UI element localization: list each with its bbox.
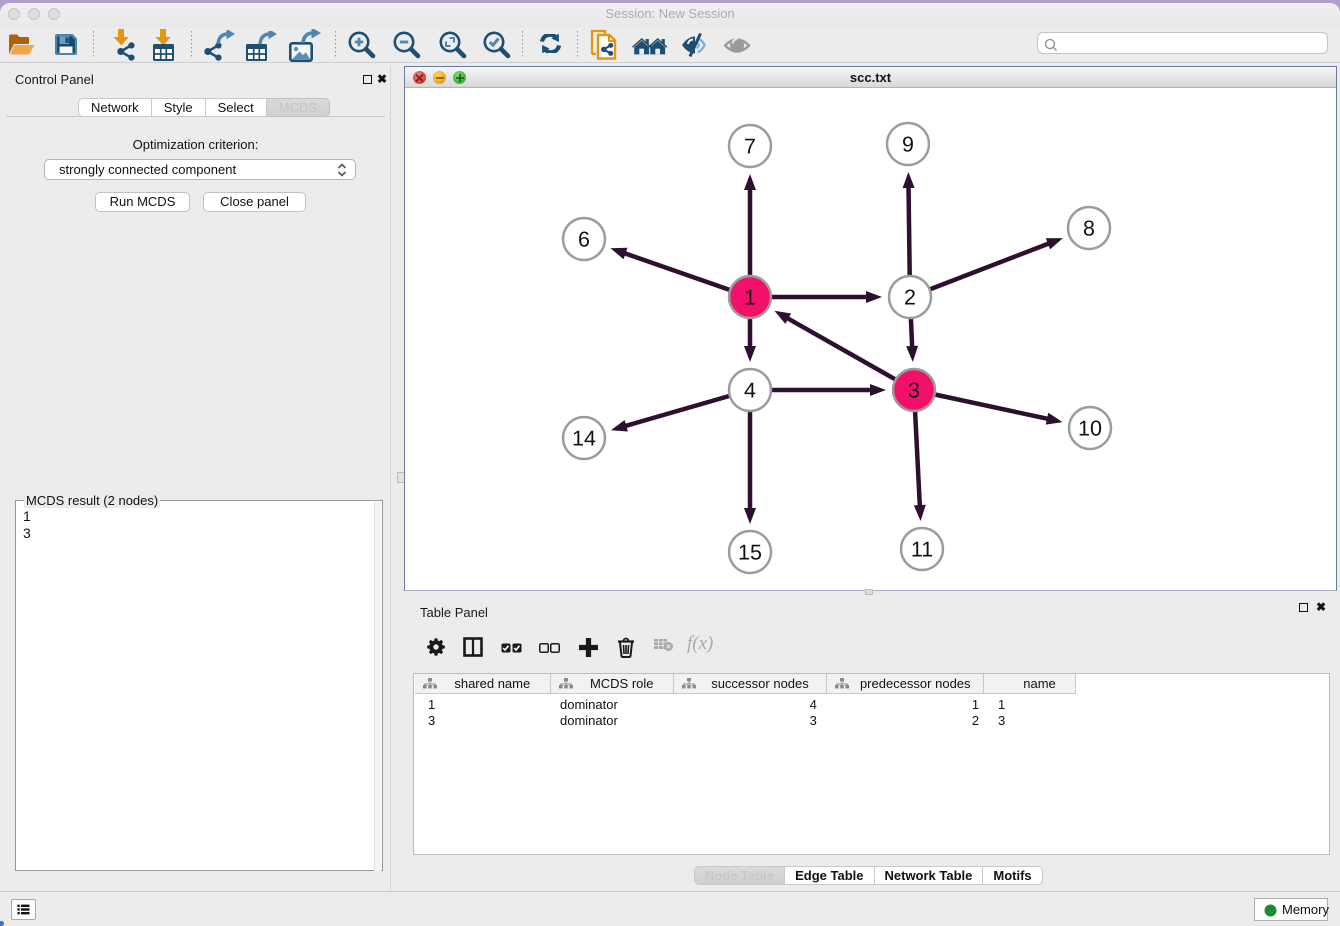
svg-text:6: 6 [578,228,590,252]
svg-text:9: 9 [902,133,914,157]
svg-text:1: 1 [744,286,756,310]
svg-text:2: 2 [904,286,916,310]
svg-text:7: 7 [744,135,756,159]
svg-text:10: 10 [1078,417,1102,441]
svg-text:11: 11 [911,538,933,562]
svg-text:14: 14 [572,427,596,451]
svg-text:4: 4 [744,379,756,403]
svg-text:15: 15 [738,541,762,565]
svg-text:8: 8 [1083,217,1095,241]
svg-text:3: 3 [908,379,920,403]
